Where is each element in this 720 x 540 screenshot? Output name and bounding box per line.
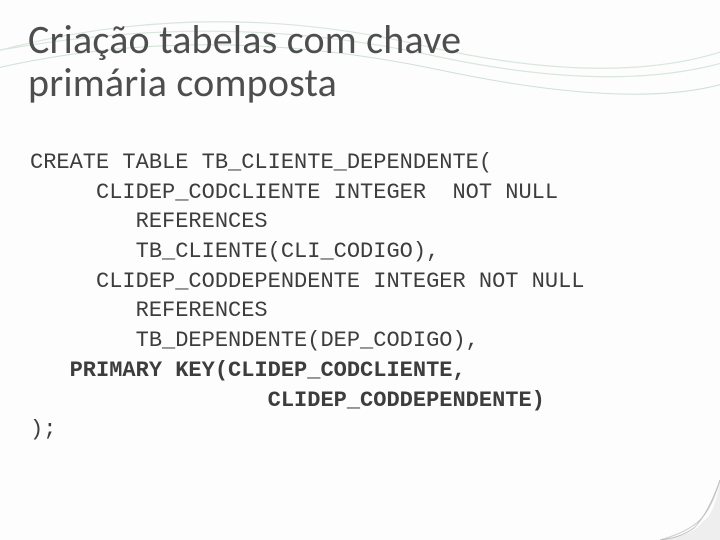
code-line-8-bold: PRIMARY KEY(CLIDEP_CODCLIENTE, xyxy=(70,358,466,383)
title-line-2: primária composta xyxy=(28,58,337,107)
code-line-9-bold: CLIDEP_CODDEPENDENTE) xyxy=(268,388,545,413)
title-line-1: Criação tabelas com chave xyxy=(28,15,461,64)
code-line-5: CLIDEP_CODDEPENDENTE INTEGER NOT NULL xyxy=(30,269,585,294)
slide: Criação tabelas com chave primária compo… xyxy=(0,0,720,540)
code-line-9-indent xyxy=(30,388,268,413)
code-line-8-indent xyxy=(30,358,70,383)
code-line-6: REFERENCES xyxy=(30,298,268,323)
code-line-1: CREATE TABLE TB_CLIENTE_DEPENDENTE( xyxy=(30,150,492,175)
slide-title: Criação tabelas com chave primária compo… xyxy=(28,18,461,104)
page-curl-icon xyxy=(660,480,720,540)
sql-code-block: CREATE TABLE TB_CLIENTE_DEPENDENTE( CLID… xyxy=(30,148,690,445)
code-line-2: CLIDEP_CODCLIENTE INTEGER NOT NULL xyxy=(30,180,558,205)
code-line-10: ); xyxy=(30,417,56,442)
code-line-3: REFERENCES xyxy=(30,209,268,234)
code-line-7: TB_DEPENDENTE(DEP_CODIGO), xyxy=(30,328,479,353)
code-line-4: TB_CLIENTE(CLI_CODIGO), xyxy=(30,239,439,264)
